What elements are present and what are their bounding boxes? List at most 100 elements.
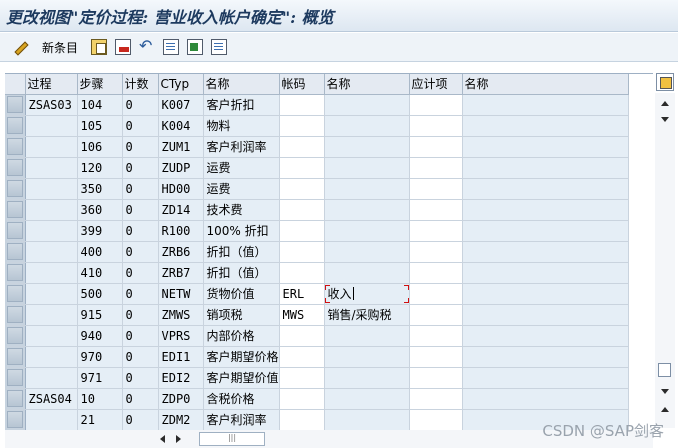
cell-account-key[interactable] [279,346,325,368]
col-header-name[interactable]: 名称 [203,74,280,95]
cell-account-key[interactable] [279,178,325,200]
cell-accruals[interactable] [409,178,463,200]
select-block-button[interactable] [187,38,203,56]
row-selector-button[interactable] [6,327,23,344]
cell-account-key[interactable] [279,325,325,347]
cell-account-key[interactable] [279,367,325,389]
row-selector-button[interactable] [6,306,23,323]
cell-accruals[interactable] [409,94,463,116]
new-entries-button[interactable]: 新条目 [42,38,78,56]
scroll-page-down-icon[interactable] [661,389,669,394]
cell-account-key[interactable] [279,241,325,263]
select-all-button[interactable] [163,38,179,56]
cell-accruals[interactable] [409,115,463,137]
row-selector-button[interactable] [6,411,23,428]
cell-accruals[interactable] [409,262,463,284]
col-header-accruals[interactable]: 应计项 [409,74,463,95]
horizontal-scroll-thumb[interactable]: ||| [199,432,265,446]
row-selector[interactable] [5,388,26,410]
cell-accruals[interactable] [409,304,463,326]
row-selector-button[interactable] [6,180,23,197]
cell-account-key[interactable] [279,157,325,179]
deselect-all-button[interactable] [211,38,227,56]
vertical-scrollbar[interactable] [655,93,675,428]
row-selector-button[interactable] [6,285,23,302]
cell-accruals[interactable] [409,325,463,347]
cell-counter: 0 [122,388,159,410]
cell-accruals[interactable] [409,346,463,368]
cell-condition-type: ZUM1 [158,136,204,158]
cell-accruals[interactable] [409,241,463,263]
scroll-down-icon[interactable] [661,117,669,122]
row-selector[interactable] [5,346,26,368]
col-header-step[interactable]: 步骤 [77,74,123,95]
row-selector-button[interactable] [6,348,23,365]
cell-accruals[interactable] [409,157,463,179]
row-selector[interactable] [5,115,26,137]
row-selector-button[interactable] [6,96,23,113]
cell-accruals[interactable] [409,388,463,410]
row-selector[interactable] [5,178,26,200]
row-selector-button[interactable] [6,117,23,134]
cell-account-key[interactable] [279,262,325,284]
cell-account-key-name [324,157,410,179]
scroll-right-icon[interactable] [176,435,181,443]
copy-button[interactable] [91,38,107,56]
scroll-page-up-icon[interactable] [661,407,669,412]
cell-account-key[interactable] [279,136,325,158]
col-header-accruals-name[interactable]: 名称 [462,74,629,95]
row-selector-button[interactable] [6,264,23,281]
vertical-scroll-thumb[interactable] [658,363,671,377]
cell-account-key[interactable] [279,388,325,410]
cell-counter: 0 [122,136,159,158]
row-selector[interactable] [5,409,26,430]
cell-account-key[interactable] [279,115,325,137]
row-selector[interactable] [5,220,26,242]
cell-account-key[interactable] [279,220,325,242]
cell-account-key[interactable]: MWS [279,304,325,326]
scroll-left-icon[interactable] [160,435,165,443]
row-selector[interactable] [5,94,26,116]
row-selector[interactable] [5,157,26,179]
row-selector[interactable] [5,283,26,305]
row-selector-button[interactable] [6,222,23,239]
cell-account-key[interactable] [279,409,325,430]
select-all-rows-header[interactable] [5,74,26,95]
undo-button[interactable] [139,36,155,56]
row-selector[interactable] [5,199,26,221]
cell-accruals-name [462,136,629,158]
col-header-account-key[interactable]: 帐码 [279,74,325,95]
focus-corner-marker [403,284,409,290]
row-selector-button[interactable] [6,201,23,218]
row-selector[interactable] [5,325,26,347]
table-settings-button[interactable] [656,73,674,91]
cell-accruals[interactable] [409,409,463,430]
cell-account-key[interactable]: ERL [279,283,325,305]
scroll-up-icon[interactable] [661,101,669,106]
row-selector-button[interactable] [6,138,23,155]
cell-account-key-name [324,178,410,200]
cell-accruals[interactable] [409,220,463,242]
cell-account-key[interactable] [279,199,325,221]
cell-counter: 0 [122,115,159,137]
cell-accruals[interactable] [409,199,463,221]
row-selector-button[interactable] [6,243,23,260]
row-selector[interactable] [5,241,26,263]
col-header-condition-type[interactable]: CTyp [158,74,204,95]
col-header-account-key-name[interactable]: 名称 [324,74,410,95]
row-selector-button[interactable] [6,369,23,386]
row-selector[interactable] [5,367,26,389]
row-selector-button[interactable] [6,159,23,176]
cell-accruals[interactable] [409,283,463,305]
col-header-procedure[interactable]: 过程 [25,74,78,95]
cell-accruals[interactable] [409,136,463,158]
row-selector-button[interactable] [6,390,23,407]
row-selector[interactable] [5,262,26,284]
row-selector[interactable] [5,304,26,326]
cell-accruals[interactable] [409,367,463,389]
col-header-counter[interactable]: 计数 [122,74,159,95]
row-selector[interactable] [5,136,26,158]
edit-toggle-button[interactable] [12,38,28,56]
cell-account-key[interactable] [279,94,325,116]
delete-button[interactable] [115,38,131,56]
